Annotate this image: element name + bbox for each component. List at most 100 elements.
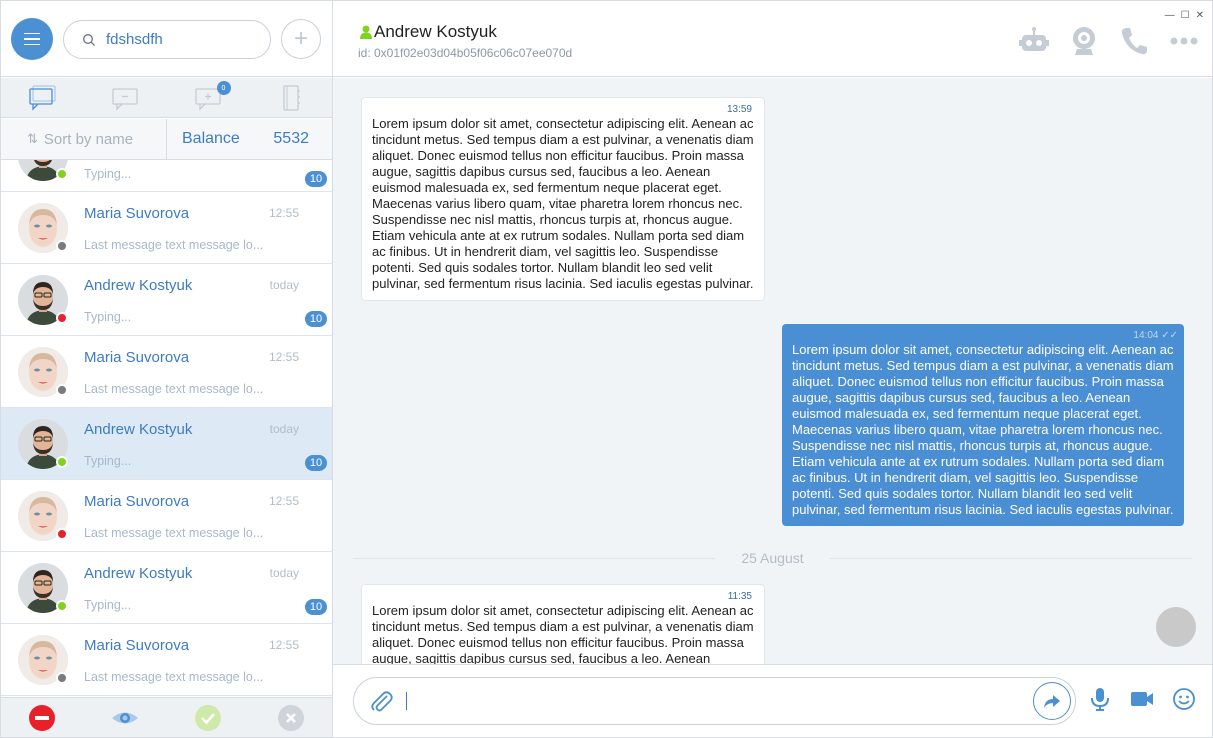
sort-bar: ⇅ Sort by name Balance 5532 xyxy=(1,119,332,160)
contact-name: Andrew Kostyuk xyxy=(84,421,193,438)
contact-item[interactable]: Andrew Kostyuk today Typing... 10 xyxy=(1,552,332,624)
messenger-window: + 0 ⇅ Sort by name Balance xyxy=(0,0,1213,738)
message-icon xyxy=(112,87,138,111)
double-check-icon: ✓✓ xyxy=(1161,330,1178,341)
block-icon xyxy=(29,704,56,731)
contact-item[interactable]: Andrew Kostyuk today Typing... 10 xyxy=(1,264,332,336)
contact-last-message: Typing... xyxy=(84,310,132,324)
phone-icon[interactable] xyxy=(1118,25,1150,57)
contact-last-message: Typing... xyxy=(84,167,132,181)
emoji-icon[interactable] xyxy=(1172,687,1196,711)
scroll-down-button[interactable] xyxy=(1156,607,1196,647)
status-dot xyxy=(56,168,68,180)
status-dot xyxy=(56,384,68,396)
contact-time: today xyxy=(269,422,299,436)
composer-actions xyxy=(1088,687,1196,711)
contact-item[interactable]: Maria Suvorova 12:55 Last message text mes… xyxy=(1,192,332,264)
menu-button[interactable] xyxy=(11,18,53,60)
minimize-icon[interactable]: — xyxy=(1165,10,1175,21)
contact-time: 12:55 xyxy=(268,494,299,508)
message-time: 14:04 ✓✓ xyxy=(1133,330,1178,341)
contact-name: Andrew Kostyuk xyxy=(84,277,193,294)
contact-item[interactable]: Typing... 10 xyxy=(1,160,332,192)
left-top-bar: + xyxy=(1,1,332,77)
sort-icon: ⇅ xyxy=(27,131,38,146)
chat-contact-name: Andrew Kostyuk xyxy=(374,22,497,41)
message-time: 13:59 xyxy=(726,104,752,115)
contact-time: today xyxy=(269,278,299,292)
contact-item[interactable]: Maria Suvorova 12:55 Last message text mes… xyxy=(1,336,332,408)
message-text: Lorem ipsum dolor sit amet, consectetur … xyxy=(372,603,754,664)
sort-button[interactable]: ⇅ Sort by name xyxy=(1,119,167,159)
contact-time: 12:55 xyxy=(268,206,299,220)
balance-label: Balance xyxy=(182,130,240,147)
close-icon xyxy=(277,704,304,731)
status-dot xyxy=(56,600,68,612)
left-bottom-bar xyxy=(1,697,332,737)
contact-item[interactable]: Andrew Kostyuk today Typing... 10 xyxy=(1,408,332,480)
eye-icon xyxy=(112,712,139,723)
contact-last-message: Typing... xyxy=(84,454,132,468)
reject-button[interactable] xyxy=(249,698,332,737)
paperclip-icon[interactable] xyxy=(368,688,396,716)
search-box[interactable] xyxy=(63,20,271,59)
unread-badge: 10 xyxy=(305,171,327,187)
chat-actions xyxy=(1018,25,1200,57)
unread-badge: 10 xyxy=(305,455,327,471)
composer xyxy=(333,664,1212,737)
contact-item[interactable]: Maria Suvorova 12:55 Last message text mes… xyxy=(1,624,332,696)
more-icon[interactable] xyxy=(1168,25,1200,57)
search-input[interactable] xyxy=(106,31,256,48)
tab-requests[interactable]: 0 xyxy=(167,78,250,117)
contact-name: Maria Suvorova xyxy=(84,205,190,222)
message-area[interactable]: 13:59 Lorem ipsum dolor sit amet, consec… xyxy=(333,78,1212,664)
contact-list: Typing... 10 Maria Suvorova 12:55 Last messa… xyxy=(1,160,332,697)
search-icon xyxy=(83,33,96,46)
video-camera-icon[interactable] xyxy=(1130,687,1154,711)
microphone-icon[interactable] xyxy=(1088,687,1112,711)
contact-name: Maria Suvorova xyxy=(84,637,190,654)
message-time: 11:35 xyxy=(727,591,752,602)
hamburger-icon xyxy=(24,32,40,35)
message-incoming: 11:35 Lorem ipsum dolor sit amet, consec… xyxy=(361,584,765,664)
status-dot xyxy=(56,312,68,324)
requests-badge: 0 xyxy=(216,81,231,95)
message-incoming: 13:59 Lorem ipsum dolor sit amet, consec… xyxy=(361,97,765,301)
tab-messages[interactable] xyxy=(84,78,167,117)
balance: Balance 5532 xyxy=(167,119,332,159)
contact-name: Maria Suvorova xyxy=(84,493,190,510)
contact-last-message: Typing... xyxy=(84,598,132,612)
view-button[interactable] xyxy=(84,698,167,737)
contact-time: today xyxy=(269,566,299,580)
message-input[interactable] xyxy=(353,677,1076,725)
date-label: 25 August xyxy=(741,550,804,566)
send-button[interactable] xyxy=(1033,682,1071,720)
message-text: Lorem ipsum dolor sit amet, consectetur … xyxy=(792,342,1174,517)
add-contact-button[interactable]: + xyxy=(281,19,321,59)
sort-label: Sort by name xyxy=(43,130,134,148)
chat-contact-id: id: 0x01f02e03d04b05f06c06c07ee070d xyxy=(358,46,573,60)
contact-name: Maria Suvorova xyxy=(84,349,190,366)
left-tabs: 0 xyxy=(1,78,332,118)
contact-last-message: Last message text message lo... xyxy=(84,382,264,396)
block-button[interactable] xyxy=(1,698,84,737)
message-outgoing: 14:04 ✓✓ Lorem ipsum dolor sit amet, con… xyxy=(782,324,1184,526)
accept-button[interactable] xyxy=(167,698,250,737)
contact-last-message: Last message text message lo... xyxy=(84,526,264,540)
check-icon xyxy=(194,704,221,731)
tab-contacts[interactable] xyxy=(249,78,332,117)
share-arrow-icon xyxy=(1044,695,1060,708)
webcam-icon[interactable] xyxy=(1068,25,1100,57)
window-close-icon[interactable]: ✕ xyxy=(1196,10,1204,21)
text-cursor xyxy=(406,692,407,710)
maximize-icon[interactable]: ☐ xyxy=(1181,10,1190,21)
contact-item[interactable]: Maria Suvorova 12:55 Last message text mes… xyxy=(1,480,332,552)
unread-badge: 10 xyxy=(305,311,327,327)
user-online-icon xyxy=(360,25,372,39)
contact-last-message: Last message text message lo... xyxy=(84,238,264,252)
chats-icon xyxy=(29,85,56,111)
unread-badge: 10 xyxy=(305,599,327,615)
tab-chats[interactable] xyxy=(1,78,84,117)
chat-title: Andrew Kostyuk xyxy=(360,22,497,42)
robot-icon[interactable] xyxy=(1018,25,1050,57)
